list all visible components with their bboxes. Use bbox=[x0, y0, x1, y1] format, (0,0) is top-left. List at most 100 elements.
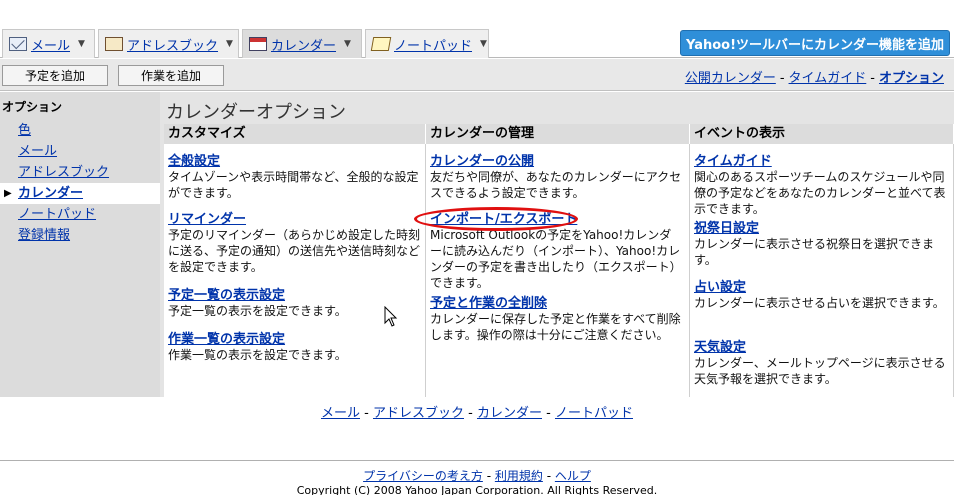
current-arrow-icon: ▶ bbox=[4, 188, 12, 199]
separator: - bbox=[546, 406, 551, 421]
separator: - bbox=[546, 469, 552, 483]
tab-calendar[interactable]: カレンダー ▼ bbox=[242, 29, 362, 58]
list-item: 予定と作業の全削除 カレンダーに保存した予定と作業をすべて削除します。操作の際は… bbox=[430, 292, 682, 343]
bottom-link-addressbook[interactable]: アドレスブック bbox=[373, 406, 464, 421]
sidebar-item-label[interactable]: アドレスブック bbox=[18, 165, 109, 180]
separator: - bbox=[364, 406, 369, 421]
help-link[interactable]: ヘルプ bbox=[555, 469, 591, 483]
entry-description: タイムゾーンや表示時間帯など、全般的な設定ができます。 bbox=[168, 170, 419, 200]
time-guide-settings-link[interactable]: タイムガイド bbox=[694, 150, 946, 169]
column-customize: 全般設定 タイムゾーンや表示時間帯など、全般的な設定ができます。 リマインダー … bbox=[164, 144, 426, 397]
chevron-down-icon[interactable]: ▼ bbox=[226, 39, 233, 49]
list-item: 全般設定 タイムゾーンや表示時間帯など、全般的な設定ができます。 bbox=[168, 150, 420, 201]
sidebar-item-label[interactable]: ノートパッド bbox=[18, 207, 96, 222]
entry-description: カレンダーに表示させる占いを選択できます。 bbox=[694, 296, 945, 310]
sidebar-item-label[interactable]: 色 bbox=[18, 123, 31, 138]
chevron-down-icon[interactable]: ▼ bbox=[480, 39, 487, 49]
bottom-link-mail[interactable]: メール bbox=[321, 406, 360, 421]
sidebar-item-mail[interactable]: メール bbox=[0, 141, 160, 162]
event-list-settings-link[interactable]: 予定一覧の表示設定 bbox=[168, 284, 420, 303]
time-guide-link[interactable]: タイムガイド bbox=[789, 71, 867, 86]
options-grid: カスタマイズ カレンダーの管理 イベントの表示 全般設定 タイムゾーンや表示時間… bbox=[164, 124, 954, 397]
sidebar-item-label[interactable]: 登録情報 bbox=[18, 228, 70, 243]
fortune-settings-link[interactable]: 占い設定 bbox=[694, 276, 946, 295]
entry-description: カレンダーに保存した予定と作業をすべて削除します。操作の際は十分にご注意ください… bbox=[430, 312, 681, 342]
sidebar-item-addressbook[interactable]: アドレスブック bbox=[0, 162, 160, 183]
tab-mail[interactable]: メール ▼ bbox=[2, 29, 95, 58]
entry-description: 予定一覧の表示を設定できます。 bbox=[168, 304, 347, 318]
main-content: カレンダーオプション カスタマイズ カレンダーの管理 イベントの表示 全般設定 … bbox=[160, 92, 954, 397]
general-settings-link[interactable]: 全般設定 bbox=[168, 150, 420, 169]
entry-description: 作業一覧の表示を設定できます。 bbox=[168, 348, 347, 362]
tab-label[interactable]: ノートパッド bbox=[394, 35, 472, 54]
divider bbox=[0, 460, 954, 461]
action-bar: 予定を追加 作業を追加 公開カレンダー - タイムガイド - オプション bbox=[0, 59, 954, 91]
tab-label[interactable]: メール bbox=[31, 35, 70, 54]
add-toolbar-button[interactable]: Yahoo!ツールバーにカレンダー機能を追加 bbox=[680, 30, 950, 56]
tab-label[interactable]: カレンダー bbox=[271, 35, 336, 54]
sidebar-item-label[interactable]: メール bbox=[18, 144, 57, 159]
sidebar-item-registration[interactable]: 登録情報 bbox=[0, 225, 160, 246]
entry-description: 友だちや同僚が、あなたのカレンダーにアクセスできるよう設定できます。 bbox=[430, 170, 682, 200]
calendar-icon bbox=[249, 37, 267, 51]
list-item: 天気設定 カレンダー、メールトップページに表示させる天気予報を選択できます。 bbox=[694, 336, 946, 387]
column-heading: カレンダーの管理 bbox=[426, 124, 690, 144]
copyright: Copyright (C) 2008 Yahoo Japan Corporati… bbox=[296, 484, 658, 495]
sidebar-item-calendar[interactable]: ▶ カレンダー bbox=[0, 183, 160, 204]
tab-addressbook[interactable]: アドレスブック ▼ bbox=[98, 29, 239, 58]
column-heading: カスタマイズ bbox=[164, 124, 426, 144]
holiday-settings-link[interactable]: 祝祭日設定 bbox=[694, 217, 946, 236]
bottom-nav: メール - アドレスブック - カレンダー - ノートパッド bbox=[0, 402, 954, 421]
entry-description: 関心のあるスポーツチームのスケジュールや同僚の予定などをあなたのカレンダーと並べ… bbox=[694, 170, 946, 216]
separator: - bbox=[870, 71, 875, 86]
column-heading: イベントの表示 bbox=[690, 124, 954, 144]
bottom-link-calendar[interactable]: カレンダー bbox=[477, 406, 542, 421]
highlight-ellipse bbox=[414, 207, 578, 231]
top-links: 公開カレンダー - タイムガイド - オプション bbox=[685, 67, 944, 86]
list-item: カレンダーの公開 友だちや同僚が、あなたのカレンダーにアクセスできるよう設定でき… bbox=[430, 150, 682, 201]
footer-links: プライバシーの考え方 - 利用規約 - ヘルプ bbox=[0, 467, 954, 484]
tab-label[interactable]: アドレスブック bbox=[127, 35, 218, 54]
entry-description: 予定のリマインダー（あらかじめ設定した時刻に送る、予定の通知）の送信先や送信時刻… bbox=[168, 228, 421, 274]
reminder-link[interactable]: リマインダー bbox=[168, 208, 420, 227]
entry-description: カレンダー、メールトップページに表示させる天気予報を選択できます。 bbox=[694, 356, 946, 386]
list-item: 作業一覧の表示設定 作業一覧の表示を設定できます。 bbox=[168, 328, 420, 363]
sidebar-item-color[interactable]: 色 bbox=[0, 120, 160, 141]
separator: - bbox=[486, 469, 492, 483]
list-item: 占い設定 カレンダーに表示させる占いを選択できます。 bbox=[694, 276, 946, 311]
bottom-link-notepad[interactable]: ノートパッド bbox=[555, 406, 633, 421]
list-item: 祝祭日設定 カレンダーに表示させる祝祭日を選択できます。 bbox=[694, 217, 946, 268]
column-event-display: タイムガイド 関心のあるスポーツチームのスケジュールや同僚の予定などをあなたのカ… bbox=[690, 144, 954, 397]
mouse-cursor-icon bbox=[384, 306, 398, 327]
logo-fragment bbox=[82, 0, 134, 6]
terms-link[interactable]: 利用規約 bbox=[495, 469, 543, 483]
chevron-down-icon[interactable]: ▼ bbox=[78, 39, 85, 49]
public-calendar-link[interactable]: 公開カレンダー bbox=[685, 71, 776, 86]
calendar-publish-link[interactable]: カレンダーの公開 bbox=[430, 150, 682, 169]
list-item: 予定一覧の表示設定 予定一覧の表示を設定できます。 bbox=[168, 284, 420, 319]
separator: - bbox=[779, 71, 785, 86]
sidebar-item-label[interactable]: カレンダー bbox=[18, 186, 83, 201]
mail-icon bbox=[9, 37, 27, 51]
entry-description: Microsoft Outlookの予定をYahoo!カレンダーに読み込んだり（… bbox=[430, 228, 682, 290]
add-task-button[interactable]: 作業を追加 bbox=[118, 65, 224, 86]
addressbook-icon bbox=[105, 37, 123, 51]
sidebar: オプション 色 メール アドレスブック ▶ カレンダー ノートパッド 登録情報 bbox=[0, 92, 160, 397]
task-list-settings-link[interactable]: 作業一覧の表示設定 bbox=[168, 328, 420, 347]
page-title: カレンダーオプション bbox=[166, 102, 346, 123]
weather-settings-link[interactable]: 天気設定 bbox=[694, 336, 946, 355]
column-calendar-management: カレンダーの公開 友だちや同僚が、あなたのカレンダーにアクセスできるよう設定でき… bbox=[426, 144, 690, 397]
sidebar-item-notepad[interactable]: ノートパッド bbox=[0, 204, 160, 225]
options-link[interactable]: オプション bbox=[879, 71, 944, 86]
list-item: タイムガイド 関心のあるスポーツチームのスケジュールや同僚の予定などをあなたのカ… bbox=[694, 150, 946, 217]
separator: - bbox=[468, 406, 473, 421]
privacy-link[interactable]: プライバシーの考え方 bbox=[363, 469, 483, 483]
list-item: リマインダー 予定のリマインダー（あらかじめ設定した時刻に送る、予定の通知）の送… bbox=[168, 208, 420, 275]
notepad-icon bbox=[370, 37, 392, 51]
entry-description: カレンダーに表示させる祝祭日を選択できます。 bbox=[694, 237, 935, 267]
sidebar-heading: オプション bbox=[2, 100, 63, 114]
chevron-down-icon[interactable]: ▼ bbox=[344, 39, 351, 49]
add-event-button[interactable]: 予定を追加 bbox=[2, 65, 108, 86]
delete-all-link[interactable]: 予定と作業の全削除 bbox=[430, 292, 682, 311]
tab-notepad[interactable]: ノートパッド ▼ bbox=[365, 29, 489, 58]
